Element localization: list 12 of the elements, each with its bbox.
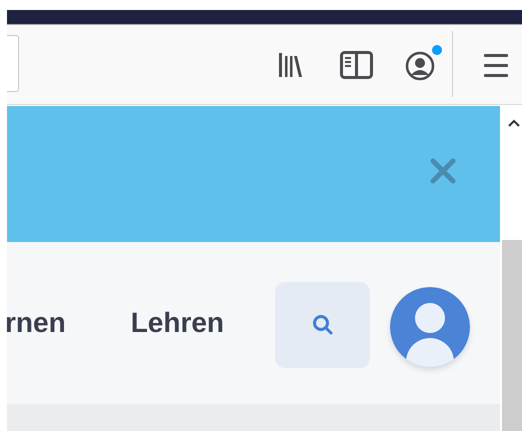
menu-icon[interactable] bbox=[484, 53, 510, 78]
scroll-up-icon[interactable] bbox=[508, 119, 520, 127]
library-icon[interactable] bbox=[278, 52, 302, 78]
scroll-thumb[interactable] bbox=[502, 240, 522, 431]
search-icon bbox=[310, 313, 334, 337]
close-icon[interactable] bbox=[429, 157, 457, 185]
nav-link[interactable]: rnen bbox=[5, 302, 66, 344]
nav-link[interactable]: Lehren bbox=[130, 302, 224, 344]
address-field[interactable] bbox=[7, 35, 19, 92]
sidebar-icon[interactable] bbox=[340, 51, 373, 79]
avatar-button[interactable] bbox=[389, 286, 471, 368]
account-icon[interactable] bbox=[405, 51, 435, 81]
